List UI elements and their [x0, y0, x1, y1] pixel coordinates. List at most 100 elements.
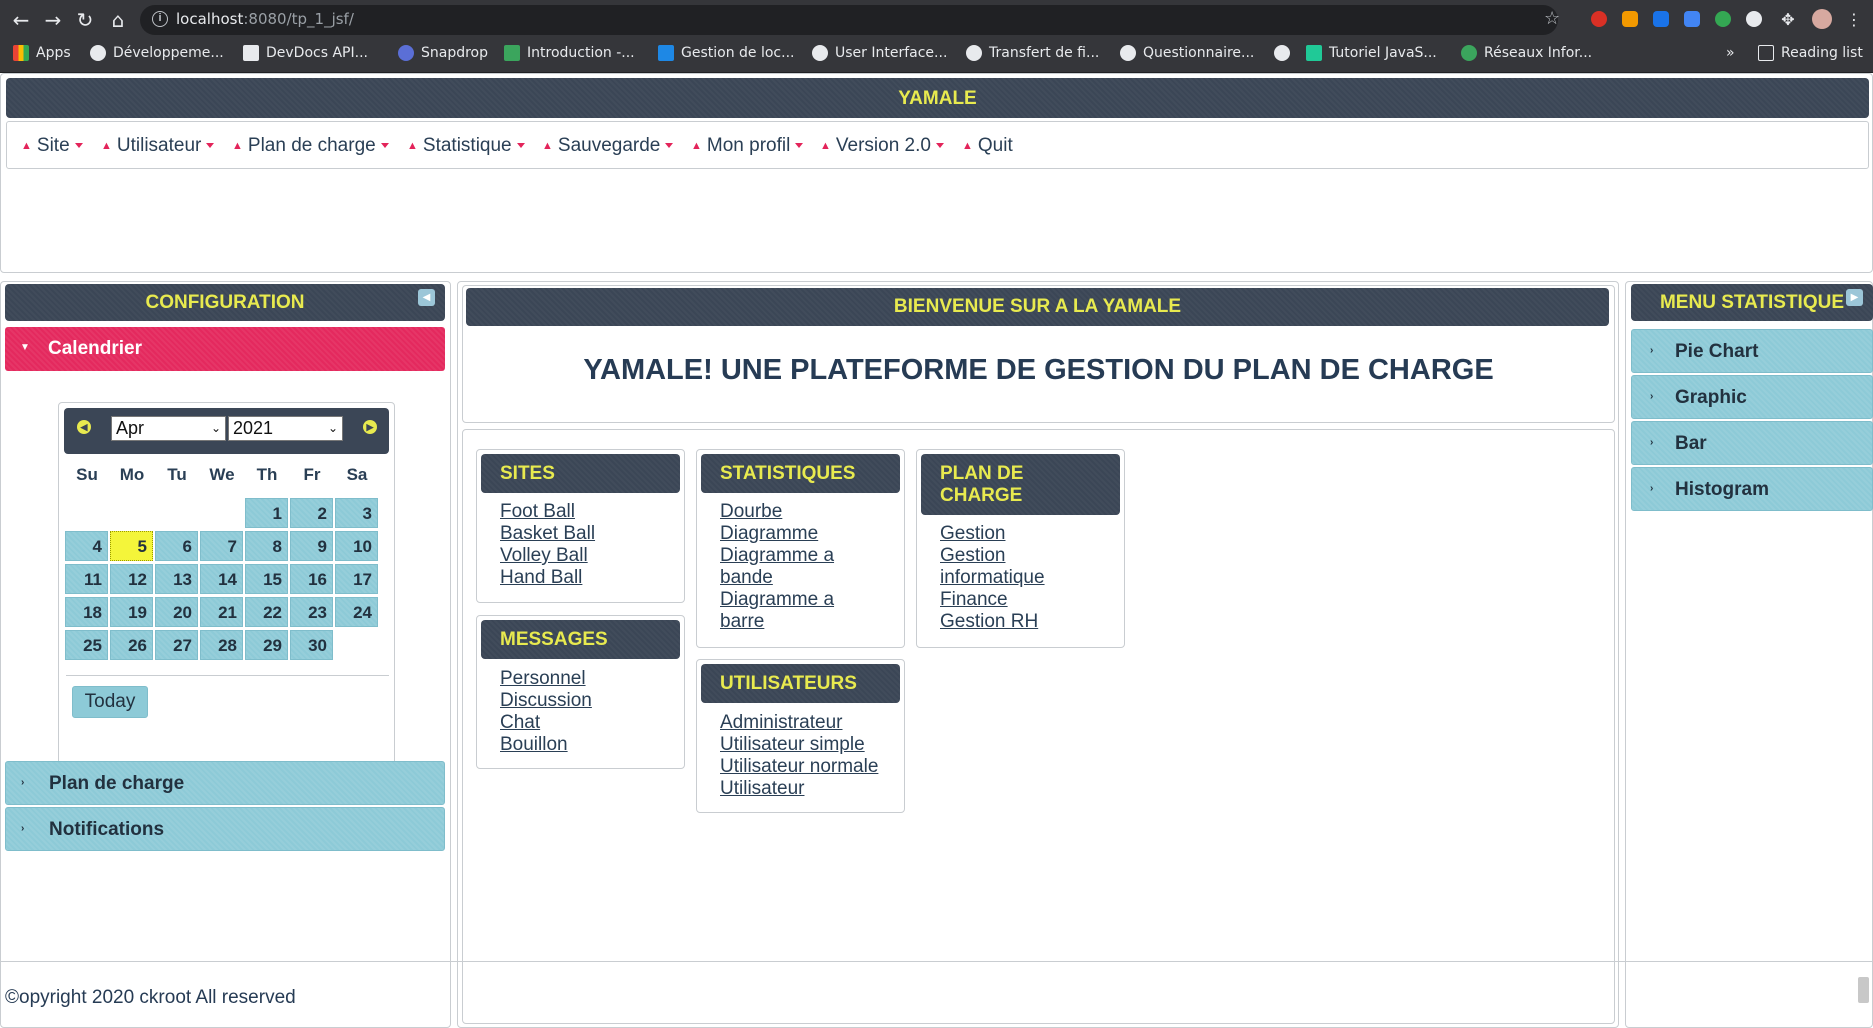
bookmark-star-icon[interactable]: ☆ — [1544, 8, 1560, 29]
menu-version[interactable]: ▲ Version 2.0 — [820, 135, 944, 157]
extension-icon[interactable] — [1715, 11, 1731, 27]
stat-item-bar[interactable]: › Bar — [1631, 421, 1873, 465]
link-utilisateur-simple[interactable]: Utilisateur simple — [720, 734, 878, 756]
link-utilisateur-normale[interactable]: Utilisateur normale — [720, 756, 878, 778]
accordion-notifications[interactable]: › Notifications — [5, 807, 445, 851]
calendar-day[interactable]: 18 — [65, 597, 108, 627]
today-button[interactable]: Today — [72, 686, 148, 718]
bookmark-item[interactable]: Snapdrop — [398, 44, 488, 62]
stat-item-pie-chart[interactable]: › Pie Chart — [1631, 329, 1873, 373]
menu-site[interactable]: ▲ Site — [21, 135, 83, 157]
calendar-day[interactable]: 20 — [155, 597, 198, 627]
bookmark-item[interactable]: User Interface... — [812, 44, 947, 62]
menu-statistique[interactable]: ▲ Statistique — [407, 135, 525, 157]
calendar-day[interactable]: 2 — [290, 498, 333, 528]
extension-icon[interactable] — [1653, 11, 1669, 27]
year-select[interactable]: 2021 ⌄ — [228, 416, 343, 441]
link-utilisateur[interactable]: Utilisateur — [720, 778, 878, 800]
calendar-day[interactable]: 10 — [335, 531, 378, 561]
link-bouillon[interactable]: Bouillon — [500, 734, 592, 756]
menu-utilisateur[interactable]: ▲ Utilisateur — [101, 135, 215, 157]
forward-icon[interactable]: → — [42, 9, 64, 31]
link-hand-ball[interactable]: Hand Ball — [500, 567, 595, 589]
calendar-day[interactable]: 19 — [110, 597, 153, 627]
calendar-day[interactable]: 27 — [155, 630, 198, 660]
calendar-day[interactable]: 28 — [200, 630, 243, 660]
bookmark-item[interactable]: Gestion de loc... — [658, 44, 794, 62]
calendar-day[interactable]: 13 — [155, 564, 198, 594]
avatar[interactable] — [1812, 9, 1832, 29]
calendar-day[interactable]: 30 — [290, 630, 333, 660]
home-icon[interactable]: ⌂ — [107, 9, 129, 31]
link-gestion-rh[interactable]: Gestion RH — [940, 611, 1045, 633]
reload-icon[interactable]: ↻ — [74, 9, 96, 31]
bookmark-item[interactable]: Tutoriel JavaS... — [1306, 44, 1437, 62]
calendar-day[interactable]: 29 — [245, 630, 288, 660]
puzzle-icon[interactable]: ✥ — [1777, 9, 1799, 31]
prev-month-icon[interactable]: ◀ — [77, 420, 91, 434]
menu-sauvegarde[interactable]: ▲ Sauvegarde — [542, 135, 674, 157]
collapse-right-icon[interactable]: ▶ — [1846, 289, 1863, 306]
link-chat[interactable]: Chat — [500, 712, 592, 734]
link-diagramme[interactable]: Diagramme — [720, 523, 834, 545]
menu-mon-profil[interactable]: ▲ Mon profil — [691, 135, 804, 157]
menu-quit[interactable]: ▲ Quit — [962, 135, 1013, 157]
link-administrateur[interactable]: Administrateur — [720, 712, 878, 734]
translate-icon[interactable] — [1684, 11, 1700, 27]
calendar-day[interactable]: 8 — [245, 531, 288, 561]
month-select[interactable]: Apr ⌄ — [111, 416, 226, 441]
url-text[interactable]: localhost:8080/tp_1_jsf/ — [176, 10, 354, 28]
link-diagramme-a-bande[interactable]: bande — [720, 567, 834, 589]
calendar-day[interactable]: 4 — [65, 531, 108, 561]
calendar-day[interactable]: 3 — [335, 498, 378, 528]
calendar-day[interactable]: 24 — [335, 597, 378, 627]
extension-icon[interactable] — [1591, 11, 1607, 27]
link-diagramme-a-bande[interactable]: Diagramme a — [720, 545, 834, 567]
bookmark-item[interactable] — [1274, 44, 1297, 62]
calendar-day[interactable]: 22 — [245, 597, 288, 627]
bookmark-item[interactable]: Réseaux Infor... — [1461, 44, 1592, 62]
link-gestion[interactable]: Gestion — [940, 523, 1045, 545]
calendar-day[interactable]: 14 — [200, 564, 243, 594]
calendar-day[interactable]: 6 — [155, 531, 198, 561]
calendar-day[interactable]: 11 — [65, 564, 108, 594]
next-month-icon[interactable]: ▶ — [363, 420, 377, 434]
accordion-calendrier[interactable]: ▼ Calendrier — [5, 327, 445, 371]
link-personnel[interactable]: Personnel — [500, 668, 592, 690]
calendar-day[interactable]: 5 — [110, 531, 153, 561]
collapse-left-icon[interactable]: ◀ — [418, 289, 435, 306]
stat-item-histogram[interactable]: › Histogram — [1631, 467, 1873, 511]
calendar-day[interactable]: 15 — [245, 564, 288, 594]
bookmark-item[interactable]: DevDocs API... — [243, 44, 368, 62]
back-icon[interactable]: ← — [10, 9, 32, 31]
link-gestion-informatique[interactable]: Gestion — [940, 545, 1045, 567]
bookmark-item[interactable]: Développeme... — [90, 44, 224, 62]
calendar-day[interactable]: 25 — [65, 630, 108, 660]
calendar-day[interactable]: 12 — [110, 564, 153, 594]
accordion-plan-de-charge[interactable]: › Plan de charge — [5, 761, 445, 805]
stat-item-graphic[interactable]: › Graphic — [1631, 375, 1873, 419]
calendar-day[interactable]: 17 — [335, 564, 378, 594]
calendar-day[interactable]: 16 — [290, 564, 333, 594]
link-basket-ball[interactable]: Basket Ball — [500, 523, 595, 545]
reading-list[interactable]: Reading list — [1758, 44, 1863, 62]
scrollbar-thumb[interactable] — [1858, 977, 1869, 1003]
bookmark-item[interactable]: Introduction -... — [504, 44, 635, 62]
site-info-icon[interactable]: i — [152, 11, 168, 27]
link-foot-ball[interactable]: Foot Ball — [500, 501, 595, 523]
calendar-day[interactable]: 9 — [290, 531, 333, 561]
bookmark-item[interactable]: Transfert de fi... — [966, 44, 1099, 62]
calendar-day[interactable]: 26 — [110, 630, 153, 660]
link-discussion[interactable]: Discussion — [500, 690, 592, 712]
menu-kebab-icon[interactable]: ⋮ — [1843, 9, 1865, 31]
bookmarks-overflow[interactable]: » — [1726, 44, 1735, 62]
bookmark-apps[interactable]: Apps — [13, 44, 71, 62]
calendar-day[interactable]: 21 — [200, 597, 243, 627]
link-gestion-informatique[interactable]: informatique — [940, 567, 1045, 589]
menu-plan-de-charge[interactable]: ▲ Plan de charge — [232, 135, 389, 157]
link-diagramme-a-barre[interactable]: Diagramme a — [720, 589, 834, 611]
extension-icon[interactable] — [1746, 11, 1762, 27]
link-volley-ball[interactable]: Volley Ball — [500, 545, 595, 567]
link-finance[interactable]: Finance — [940, 589, 1045, 611]
link-diagramme-a-barre[interactable]: barre — [720, 611, 834, 633]
